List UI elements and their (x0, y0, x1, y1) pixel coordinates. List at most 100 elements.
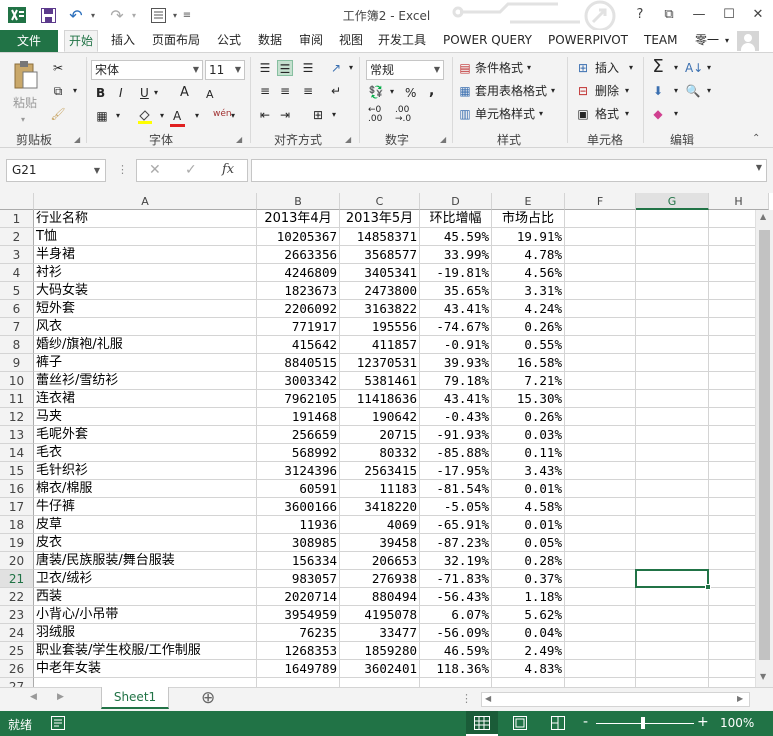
page-layout-view-icon[interactable] (513, 716, 527, 730)
row-header[interactable]: 14 (0, 444, 34, 462)
italic-button[interactable]: I (119, 84, 123, 102)
cell-d20[interactable]: 32.19% (420, 552, 492, 570)
cell-a4[interactable]: 衬衫 (34, 264, 257, 282)
font-color-dropdown-icon[interactable]: ▾ (189, 108, 205, 124)
cell-e6[interactable]: 4.24% (492, 300, 565, 318)
tab-review[interactable]: 审阅 (295, 30, 327, 52)
cell-c27[interactable] (340, 678, 420, 687)
cell-e8[interactable]: 0.55% (492, 336, 565, 354)
cell-a22[interactable]: 西装 (34, 588, 257, 606)
cell-f21[interactable] (565, 570, 636, 588)
cell-d5[interactable]: 35.65% (420, 282, 492, 300)
align-left-icon[interactable]: ≡ (257, 83, 273, 99)
cell-d22[interactable]: -56.43% (420, 588, 492, 606)
cell-styles-dropdown-icon[interactable]: ▾ (539, 105, 543, 123)
percent-button[interactable]: % (405, 84, 416, 102)
vertical-scroll-thumb[interactable] (759, 230, 770, 660)
row-header[interactable]: 26 (0, 660, 34, 678)
sort-filter-dropdown-icon[interactable]: ▾ (701, 60, 717, 76)
format-painter-icon[interactable]: 🖌 (50, 106, 66, 122)
fill-handle[interactable] (705, 584, 711, 590)
tab-data[interactable]: 数据 (254, 30, 286, 52)
cell-b5[interactable]: 1823673 (257, 282, 340, 300)
normal-view-icon[interactable] (474, 716, 490, 730)
sheet-tab-sheet1[interactable]: Sheet1 (101, 687, 169, 709)
cell-f22[interactable] (565, 588, 636, 606)
align-top-icon[interactable]: ☰ (257, 60, 273, 76)
cell-g12[interactable] (636, 408, 709, 426)
cell-f26[interactable] (565, 660, 636, 678)
row-header[interactable]: 9 (0, 354, 34, 372)
cell-g21[interactable] (636, 570, 709, 588)
tab-powerpivot[interactable]: POWERPIVOT (544, 30, 632, 52)
insert-cells-icon[interactable]: ⊞ (575, 60, 591, 76)
cell-a15[interactable]: 毛针织衫 (34, 462, 257, 480)
cell-b9[interactable]: 8840515 (257, 354, 340, 372)
format-cells-button[interactable]: 格式 (595, 105, 619, 123)
fill-icon[interactable]: ⬇ (650, 83, 666, 99)
row-header[interactable]: 2 (0, 228, 34, 246)
column-header-f[interactable]: F (565, 193, 636, 210)
cell-b18[interactable]: 11936 (257, 516, 340, 534)
cell-b16[interactable]: 60591 (257, 480, 340, 498)
merge-dropdown-icon[interactable]: ▾ (326, 107, 342, 123)
bold-button[interactable]: B (96, 84, 105, 102)
underline-button[interactable]: U (140, 84, 149, 102)
cell-c9[interactable]: 12370531 (340, 354, 420, 372)
cell-a11[interactable]: 连衣裙 (34, 390, 257, 408)
comma-button[interactable]: , (429, 82, 434, 100)
horizontal-scroll-thumb[interactable] (498, 695, 728, 704)
column-header-d[interactable]: D (420, 193, 492, 210)
cell-f19[interactable] (565, 534, 636, 552)
cell-b17[interactable]: 3600166 (257, 498, 340, 516)
cell-c21[interactable]: 276938 (340, 570, 420, 588)
minimize-button[interactable]: — (686, 4, 712, 26)
cell-c16[interactable]: 11183 (340, 480, 420, 498)
cell-d10[interactable]: 79.18% (420, 372, 492, 390)
number-launcher-icon[interactable]: ◢ (440, 135, 446, 144)
row-header[interactable]: 25 (0, 642, 34, 660)
cell-d26[interactable]: 118.36% (420, 660, 492, 678)
orientation-dropdown-icon[interactable]: ▾ (343, 60, 359, 76)
format-cells-icon[interactable]: ▣ (575, 106, 591, 122)
scroll-down-icon[interactable]: ▼ (760, 672, 766, 681)
clear-dropdown-icon[interactable]: ▾ (668, 106, 684, 122)
help-button[interactable]: ? (627, 4, 653, 26)
name-box[interactable]: G21 ▼ (6, 159, 106, 182)
align-bottom-icon[interactable]: ☰ (300, 60, 316, 76)
cell-d9[interactable]: 39.93% (420, 354, 492, 372)
cell-e15[interactable]: 3.43% (492, 462, 565, 480)
cell-f18[interactable] (565, 516, 636, 534)
cell-b11[interactable]: 7962105 (257, 390, 340, 408)
tab-home[interactable]: 开始 (64, 30, 99, 52)
cell-f27[interactable] (565, 678, 636, 687)
cell-g20[interactable] (636, 552, 709, 570)
cell-b8[interactable]: 415642 (257, 336, 340, 354)
cell-c20[interactable]: 206653 (340, 552, 420, 570)
cell-c12[interactable]: 190642 (340, 408, 420, 426)
cell-c7[interactable]: 195556 (340, 318, 420, 336)
cell-c22[interactable]: 880494 (340, 588, 420, 606)
cell-g27[interactable] (636, 678, 709, 687)
cell-d25[interactable]: 46.59% (420, 642, 492, 660)
grow-font-button[interactable]: A (180, 84, 189, 102)
formula-input[interactable]: ▼ (251, 159, 767, 182)
cell-g11[interactable] (636, 390, 709, 408)
cell-d16[interactable]: -81.54% (420, 480, 492, 498)
next-sheet-icon[interactable]: ▶ (57, 692, 64, 702)
row-header[interactable]: 15 (0, 462, 34, 480)
tab-file[interactable]: 文件 (0, 30, 58, 52)
cell-b10[interactable]: 3003342 (257, 372, 340, 390)
cell-f11[interactable] (565, 390, 636, 408)
cell-g2[interactable] (636, 228, 709, 246)
conditional-formatting-dropdown-icon[interactable]: ▾ (527, 59, 531, 77)
cell-b4[interactable]: 4246809 (257, 264, 340, 282)
cell-f7[interactable] (565, 318, 636, 336)
cell-f9[interactable] (565, 354, 636, 372)
cell-a2[interactable]: T恤 (34, 228, 257, 246)
prev-sheet-icon[interactable]: ◀ (30, 692, 37, 702)
cell-a3[interactable]: 半身裙 (34, 246, 257, 264)
cell-a16[interactable]: 棉衣/棉服 (34, 480, 257, 498)
horizontal-scrollbar[interactable]: ◀ ▶ (481, 692, 750, 707)
tab-developer[interactable]: 开发工具 (374, 30, 430, 52)
